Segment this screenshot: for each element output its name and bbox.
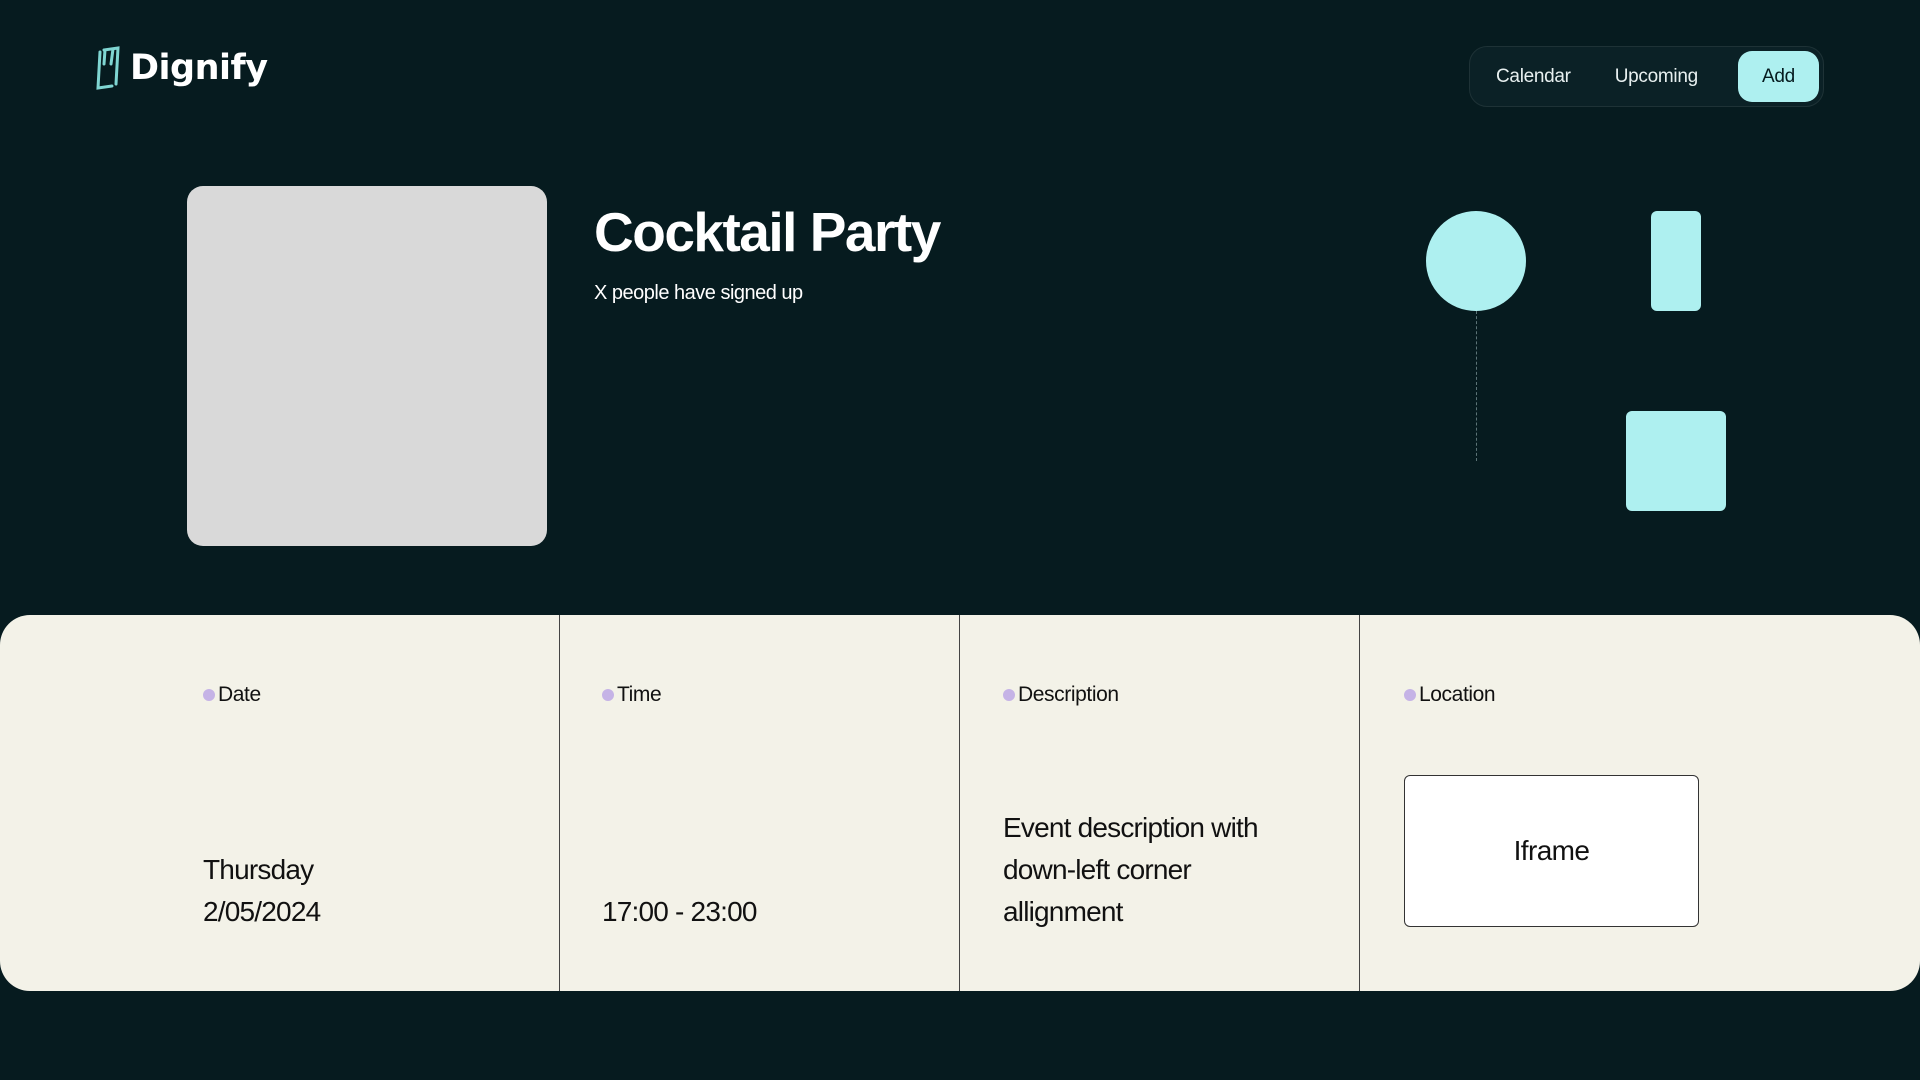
add-button[interactable]: Add [1738, 51, 1819, 102]
top-nav: Calendar Upcoming Add [1469, 46, 1824, 107]
decor-square [1626, 411, 1726, 511]
bullet-dot-icon [602, 689, 614, 701]
date-date: 2/05/2024 [203, 896, 321, 927]
date-column: Date Thursday 2/05/2024 [0, 615, 560, 991]
description-column: Description Event description with down-l… [960, 615, 1360, 991]
location-label-text: Location [1419, 683, 1496, 706]
event-details-panel: Date Thursday 2/05/2024 Time 17:00 - 23:0… [0, 615, 1920, 991]
location-iframe[interactable]: Iframe [1404, 775, 1699, 927]
bullet-dot-icon [1404, 689, 1416, 701]
bullet-dot-icon [1003, 689, 1015, 701]
description-label: Description [1003, 683, 1119, 707]
nav-upcoming[interactable]: Upcoming [1593, 51, 1720, 102]
time-label-text: Time [617, 683, 662, 706]
time-value: 17:00 - 23:00 [602, 896, 757, 927]
decor-dashed-line [1476, 311, 1477, 461]
time-label: Time [602, 683, 662, 707]
location-label: Location [1404, 683, 1496, 707]
bullet-dot-icon [203, 689, 215, 701]
signup-count: X people have signed up [594, 282, 803, 304]
logo[interactable]: Dignify [94, 44, 268, 92]
description-line: allignment [1003, 896, 1123, 927]
description-line: down-left corner [1003, 854, 1192, 885]
decor-rectangle [1651, 211, 1701, 311]
date-label-text: Date [218, 683, 261, 706]
brand-name: Dignify [130, 48, 268, 88]
time-column: Time 17:00 - 23:00 [560, 615, 960, 991]
logo-icon [96, 46, 120, 90]
nav-calendar[interactable]: Calendar [1474, 51, 1593, 102]
date-value: Thursday 2/05/2024 [203, 849, 321, 933]
date-label: Date [203, 683, 261, 707]
date-day: Thursday [203, 854, 314, 885]
event-image-placeholder [187, 186, 547, 546]
description-label-text: Description [1018, 683, 1119, 706]
location-column: Location Iframe [1360, 615, 1920, 991]
description-line: Event description with [1003, 812, 1259, 843]
event-title: Cocktail Party [594, 201, 941, 263]
decor-circle [1426, 211, 1526, 311]
description-value: Event description with down-left corner al… [1003, 807, 1259, 933]
